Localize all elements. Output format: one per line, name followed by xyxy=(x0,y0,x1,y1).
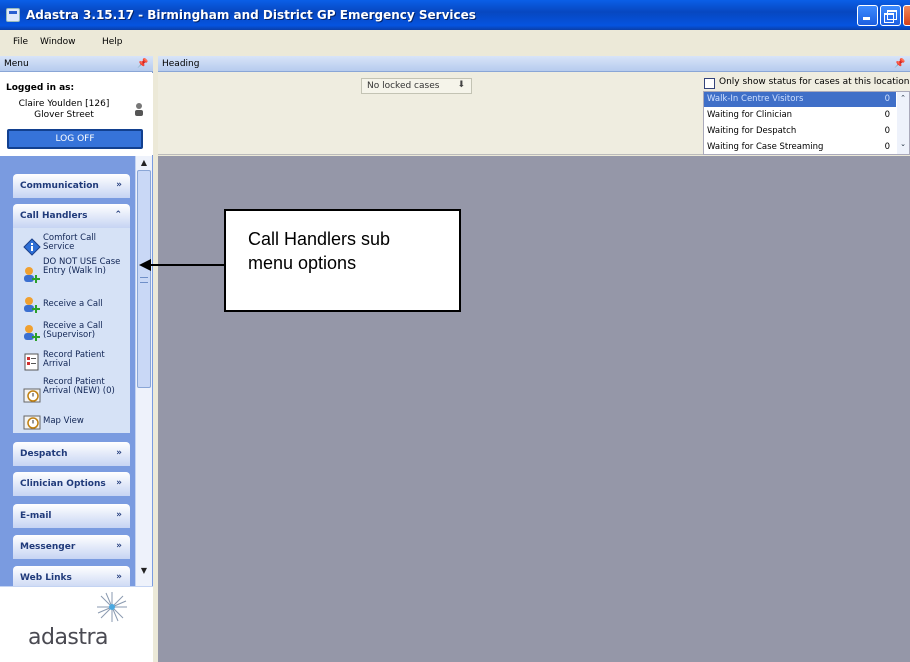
status-count: 0 xyxy=(884,142,890,152)
status-row[interactable]: Waiting for Case Streaming 0 xyxy=(704,140,896,155)
menu-item-label: DO NOT USE Case Entry (Walk In) xyxy=(43,257,121,276)
callout-box: Call Handlers sub menu options xyxy=(224,209,461,312)
location-filter-label: Only show status for cases at this locat… xyxy=(719,77,910,87)
clock-icon xyxy=(23,415,41,430)
adastra-logo: adastra xyxy=(28,625,109,650)
star-icon xyxy=(97,592,127,622)
user-location: Glover Street xyxy=(34,110,94,120)
scroll-up-icon[interactable]: ⌃ xyxy=(897,94,909,106)
status-name: Walk-In Centre Visitors xyxy=(707,94,804,104)
chevron-down-icon: » xyxy=(116,478,122,488)
section-label: E-mail xyxy=(20,511,52,521)
heading-bar: Heading 📌 xyxy=(158,56,910,72)
add-user-icon xyxy=(24,325,40,341)
user-icon xyxy=(135,103,143,116)
status-name: Waiting for Despatch xyxy=(707,126,797,136)
section-call-handlers[interactable]: Call Handlers ⌃ xyxy=(13,204,130,228)
login-box: Logged in as: Claire Youlden [126] Glove… xyxy=(0,73,153,155)
grip-icon xyxy=(140,277,148,283)
chevron-down-icon: » xyxy=(116,572,122,582)
logged-in-label: Logged in as: xyxy=(6,83,75,93)
status-row[interactable]: Walk-In Centre Visitors 0 xyxy=(704,92,896,107)
menu-item-label: Record Patient Arrival xyxy=(43,350,105,369)
menu-item-label: Map View xyxy=(43,416,84,426)
locked-cases-dropdown[interactable]: No locked cases ⬇ xyxy=(361,78,472,94)
status-count: 0 xyxy=(884,94,890,104)
menu-file[interactable]: File xyxy=(13,37,28,47)
section-label: Call Handlers xyxy=(20,211,88,221)
section-label: Clinician Options xyxy=(20,479,106,489)
menu-panel-header: Menu 📌 xyxy=(0,56,153,72)
chevron-down-icon: » xyxy=(116,510,122,520)
callout-line-2: menu options xyxy=(248,253,357,273)
scroll-down-icon[interactable]: ⌄ xyxy=(897,140,909,152)
add-user-icon xyxy=(24,267,40,283)
heading-title: Heading xyxy=(162,59,200,69)
log-off-button[interactable]: LOG OFF xyxy=(7,129,143,149)
logo-area: adastra xyxy=(0,586,153,662)
section-label: Web Links xyxy=(20,573,72,583)
menu-bar: File Window Help xyxy=(0,30,910,55)
status-count: 0 xyxy=(884,126,890,136)
info-diamond-icon xyxy=(23,238,41,256)
app-icon[interactable] xyxy=(6,8,20,22)
menu-window[interactable]: Window xyxy=(40,37,76,47)
add-user-icon xyxy=(24,297,40,313)
clock-icon xyxy=(23,388,41,403)
restore-button[interactable] xyxy=(880,5,901,26)
status-list: Walk-In Centre Visitors 0 Waiting for Cl… xyxy=(703,91,910,155)
section-label: Messenger xyxy=(20,542,76,552)
status-row[interactable]: Waiting for Clinician 0 xyxy=(704,108,896,123)
window-title: Adastra 3.15.17 - Birmingham and Distric… xyxy=(26,8,476,22)
section-clinician-options[interactable]: Clinician Options » xyxy=(13,472,130,496)
chevron-down-icon: » xyxy=(116,180,122,190)
section-messenger[interactable]: Messenger » xyxy=(13,535,130,559)
location-filter-checkbox[interactable] xyxy=(704,78,715,89)
status-count: 0 xyxy=(884,110,890,120)
pin-icon[interactable]: 📌 xyxy=(137,59,148,69)
chevron-down-icon: » xyxy=(116,448,122,458)
callout-line-1: Call Handlers sub xyxy=(248,229,391,249)
locked-cases-text: No locked cases xyxy=(367,81,440,91)
pin-icon[interactable]: 📌 xyxy=(894,59,905,69)
minimize-button[interactable] xyxy=(857,5,878,26)
callout-arrow xyxy=(150,264,224,266)
section-communication[interactable]: Communication » xyxy=(13,174,130,198)
menu-help[interactable]: Help xyxy=(102,37,123,47)
chevron-down-icon: » xyxy=(116,541,122,551)
scrollbar-thumb[interactable] xyxy=(137,170,151,388)
menu-item-label: Record Patient Arrival (NEW) (0) xyxy=(43,377,115,396)
menu-item-label: Receive a Call (Supervisor) xyxy=(43,321,103,340)
section-label: Despatch xyxy=(20,449,68,459)
status-name: Waiting for Case Streaming xyxy=(707,142,824,152)
checklist-icon xyxy=(24,353,39,371)
close-button[interactable] xyxy=(903,5,910,26)
menu-scrollbar[interactable]: ▲ ▼ xyxy=(135,156,152,634)
arrow-down-icon: ⬇ xyxy=(457,80,465,90)
callout-text: Call Handlers sub menu options xyxy=(248,227,458,275)
call-handlers-items: Comfort Call Service DO NOT USE Case Ent… xyxy=(13,228,130,433)
section-email[interactable]: E-mail » xyxy=(13,504,130,528)
section-label: Communication xyxy=(20,181,99,191)
status-scrollbar[interactable]: ⌃ ⌄ xyxy=(897,92,909,154)
status-row[interactable]: Waiting for Despatch 0 xyxy=(704,124,896,139)
user-name: Claire Youlden [126] xyxy=(18,99,110,109)
navigation-area: Communication » Call Handlers ⌃ Comfort … xyxy=(0,156,153,634)
title-bar: Adastra 3.15.17 - Birmingham and Distric… xyxy=(0,0,910,30)
arrow-left-icon xyxy=(139,259,151,271)
menu-item-label: Comfort Call Service xyxy=(43,233,97,252)
menu-item-label: Receive a Call xyxy=(43,299,103,309)
chevron-up-icon: ⌃ xyxy=(114,210,122,220)
menu-panel-title: Menu xyxy=(4,59,29,69)
section-despatch[interactable]: Despatch » xyxy=(13,442,130,466)
scroll-down-icon[interactable]: ▼ xyxy=(137,566,151,581)
menu-panel: Menu 📌 Logged in as: Claire Youlden [126… xyxy=(0,56,153,662)
status-name: Waiting for Clinician xyxy=(707,110,793,120)
